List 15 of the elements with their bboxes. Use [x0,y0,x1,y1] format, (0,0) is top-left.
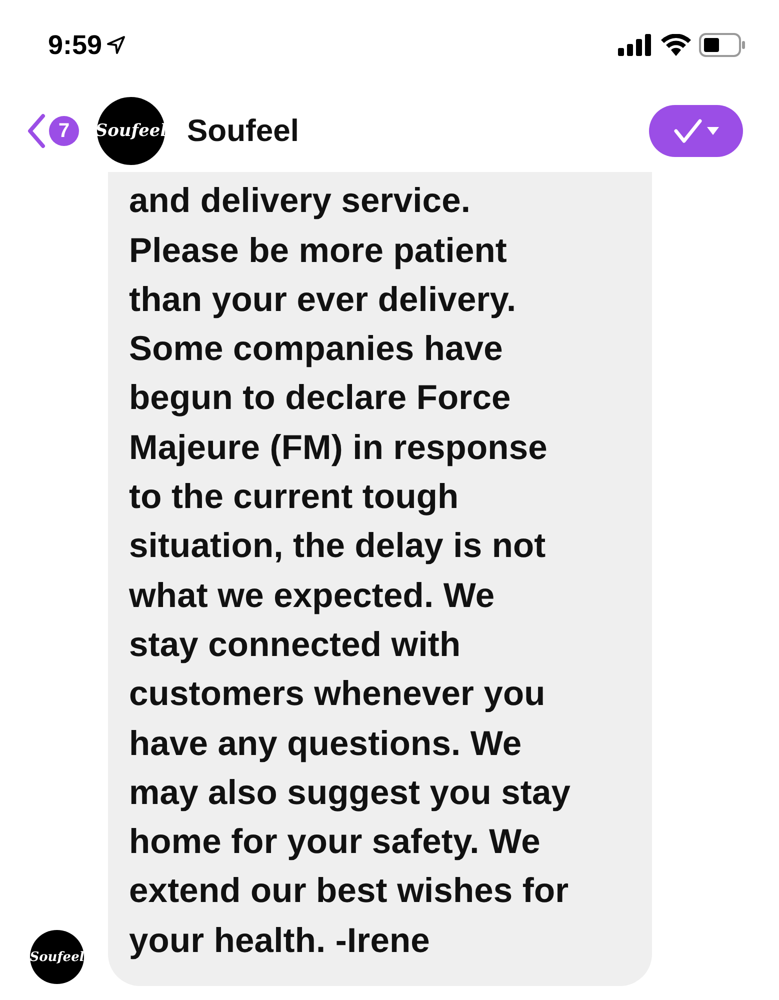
location-arrow-icon [106,35,126,55]
wifi-icon [661,34,691,56]
back-button[interactable]: 7 [26,113,79,149]
back-chevron-icon [26,113,46,149]
unread-count-badge: 7 [49,116,79,146]
battery-icon [699,33,745,57]
caret-icon [707,126,719,136]
signal-icon [617,34,653,56]
avatar-logo: Soufeel [97,97,165,165]
clock-time: 9:59 [48,30,102,60]
contact-name: Soufeel [187,113,299,149]
sender-avatar-logo: Soufeel [30,930,84,984]
mark-done-button[interactable] [649,105,743,157]
checkmark-icon [673,118,703,144]
message-text: and delivery service. Please be more patient than your ever delivery. Some companies have begun to declare Force Majeure (FM) in response to the current tough situation, the delay is not what we expected. We stay connected with customers whenever you have any questions. We may also suggest you stay home for your safety. We extend our best wishes for your health. -Irene [129,181,572,962]
